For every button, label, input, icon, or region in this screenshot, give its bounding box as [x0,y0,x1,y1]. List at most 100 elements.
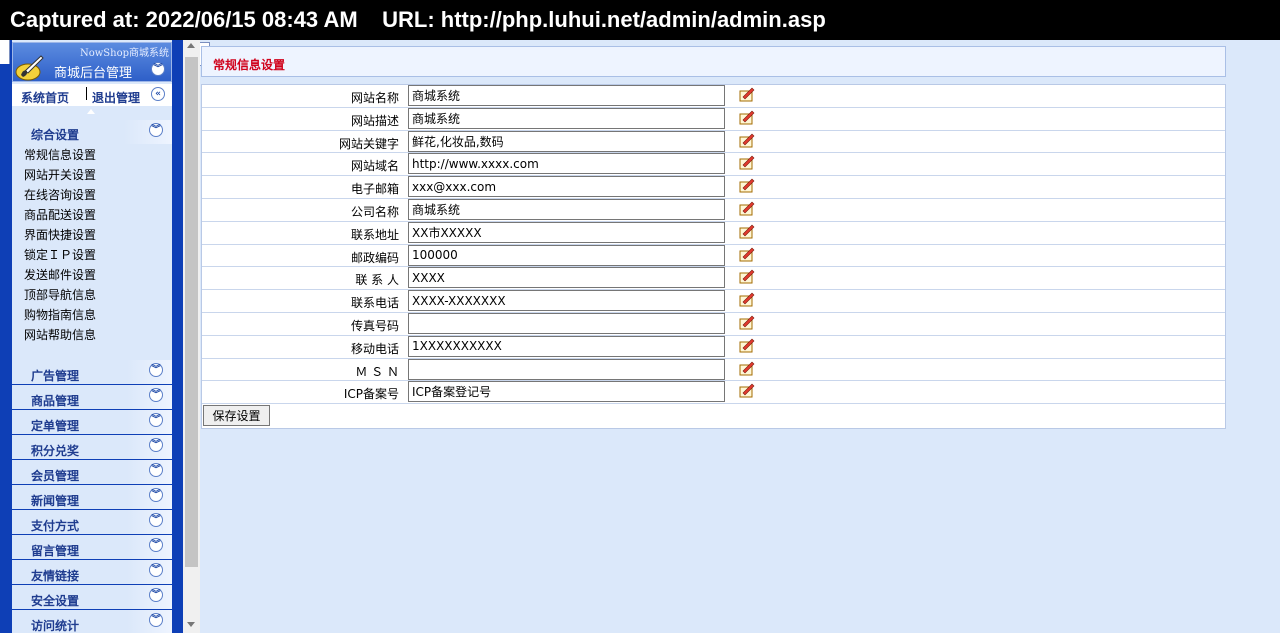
field-label: 公司名称 [350,204,399,219]
sidebar-menu-members[interactable]: 会员管理 ︾ [12,460,172,485]
settings-form: 网站名称 网站描述 网站关键字 网站域名 电子邮箱 公司名称 [201,84,1226,430]
edit-note-icon[interactable] [739,110,755,125]
chevron-double-down-icon[interactable]: ︾ [149,463,163,477]
site-name-input[interactable] [408,85,725,106]
sidebar-item-ui-shortcut[interactable]: 界面快捷设置 [12,225,172,245]
sidebar-item-site-switch[interactable]: 网站开关设置 [12,165,172,185]
chevron-double-down-icon[interactable]: ︾ [149,588,163,602]
logout-link[interactable]: 退出管理 [92,89,140,106]
domain-input[interactable] [408,153,725,175]
brush-logo-icon [15,55,44,81]
edit-note-icon[interactable] [739,315,755,330]
sidebar-menu-news[interactable]: 新闻管理 ︾ [12,485,172,510]
edit-note-icon[interactable] [739,292,755,307]
sidebar: NowShop商城系统 商城后台管理 ︾ 系统首页 退出管理 « 综合设置 ︾ … [0,40,183,633]
menu-label: 定单管理 [31,419,80,433]
sidebar-menu-links[interactable]: 友情链接 ︾ [12,560,172,585]
chevron-double-down-icon[interactable]: ︾ [149,538,163,552]
fax-input[interactable] [408,312,725,334]
scroll-thumb[interactable] [185,57,198,567]
field-label: 传真号码 [350,318,399,333]
chevron-double-down-icon[interactable]: ︾ [149,488,163,502]
edit-note-icon[interactable] [739,155,755,170]
system-name: NowShop商城系统 [79,48,169,59]
menu-label: 广告管理 [31,369,80,383]
sidebar-menu-messages[interactable]: 留言管理 ︾ [12,535,172,560]
form-row-msn: Ｍ Ｓ Ｎ [202,358,1225,382]
edit-note-icon[interactable] [739,87,755,102]
edit-note-icon[interactable] [739,338,755,353]
form-row-mobile: 移动电话 [202,335,1225,359]
sidebar-item-general-info[interactable]: 常规信息设置 [12,145,172,165]
postcode-input[interactable] [408,244,725,266]
divider [86,87,87,100]
form-row-fax: 传真号码 [202,312,1225,336]
menu-label: 安全设置 [31,594,80,608]
form-row-address: 联系地址 [202,221,1225,245]
sidebar-menu-products[interactable]: 商品管理 ︾ [12,385,172,410]
sidebar-menu-orders[interactable]: 定单管理 ︾ [12,410,172,435]
save-settings-button[interactable]: 保存设置 [203,405,270,427]
chevron-double-down-icon[interactable]: ︾ [149,613,163,627]
chevron-double-down-icon[interactable]: ︾ [149,513,163,527]
sidebar-item-help[interactable]: 网站帮助信息 [12,325,172,345]
sidebar-scrollbar[interactable] [183,40,200,633]
menu-label: 会员管理 [31,469,80,483]
site-desc-input[interactable] [408,107,725,129]
chevron-double-down-icon[interactable]: ︾ [151,62,165,76]
sidebar-item-online-consult[interactable]: 在线咨询设置 [12,185,172,205]
edit-note-icon[interactable] [739,224,755,239]
menu-label: 商品管理 [31,394,80,408]
sidebar-menu-security[interactable]: 安全设置 ︾ [12,585,172,610]
sidebar-item-ip-lock[interactable]: 锁定ＩＰ设置 [12,245,172,265]
form-row-phone: 联系电话 [202,290,1225,313]
field-label: 联 系 人 [355,273,399,288]
chevron-double-down-icon[interactable]: ︾ [149,388,163,402]
chevron-double-down-icon[interactable]: ︾ [149,363,163,377]
edit-note-icon[interactable] [739,361,755,376]
home-link[interactable]: 系统首页 [21,89,69,106]
scroll-up-arrow-icon[interactable] [187,43,195,48]
edit-note-icon[interactable] [739,178,755,193]
sidebar-item-mail[interactable]: 发送邮件设置 [12,265,172,285]
menu-label: 新闻管理 [31,494,80,508]
chevron-double-down-icon[interactable]: ︾ [149,438,163,452]
address-input[interactable] [408,221,725,243]
form-row-email: 电子邮箱 [202,176,1225,199]
edit-note-icon[interactable] [739,269,755,284]
edit-note-icon[interactable] [739,201,755,216]
chevron-double-down-icon[interactable]: ︾ [149,413,163,427]
group-header[interactable]: 综合设置 ︾ [12,120,172,144]
icp-input[interactable] [408,381,725,403]
form-row-company: 公司名称 [202,198,1225,222]
company-input[interactable] [408,198,725,220]
sidebar-menu-payment[interactable]: 支付方式 ︾ [12,510,172,535]
chevron-double-down-icon[interactable]: ︾ [149,563,163,577]
edit-note-icon[interactable] [739,247,755,262]
form-row-icp: ICP备案号 [202,381,1225,405]
sidebar-item-shopping-guide[interactable]: 购物指南信息 [12,305,172,325]
edit-note-icon[interactable] [739,133,755,148]
menu-label: 友情链接 [31,569,80,583]
msn-input[interactable] [408,358,725,380]
form-row-keywords: 网站关键字 [202,130,1225,154]
form-row-site-name: 网站名称 [202,85,1225,108]
sidebar-title: 商城后台管理 [54,66,133,81]
phone-input[interactable] [408,290,725,312]
sidebar-menu-ads[interactable]: 广告管理 ︾ [12,360,172,385]
sidebar-item-delivery[interactable]: 商品配送设置 [12,205,172,225]
contact-input[interactable] [408,267,725,289]
edit-note-icon[interactable] [739,383,755,398]
chevron-double-left-icon[interactable]: « [151,87,165,101]
form-actions: 保存设置 [202,404,1225,428]
scroll-down-arrow-icon[interactable] [187,622,195,627]
chevron-double-down-icon[interactable]: ︾ [149,123,163,137]
sidebar-item-top-nav[interactable]: 顶部导航信息 [12,285,172,305]
menu-label: 留言管理 [31,544,80,558]
menu-label: 访问统计 [31,619,80,633]
sidebar-menu-points[interactable]: 积分兑奖 ︾ [12,435,172,460]
sidebar-menu-stats[interactable]: 访问统计 ︾ [12,610,172,633]
email-input[interactable] [408,176,725,198]
keywords-input[interactable] [408,130,725,152]
mobile-input[interactable] [408,335,725,357]
